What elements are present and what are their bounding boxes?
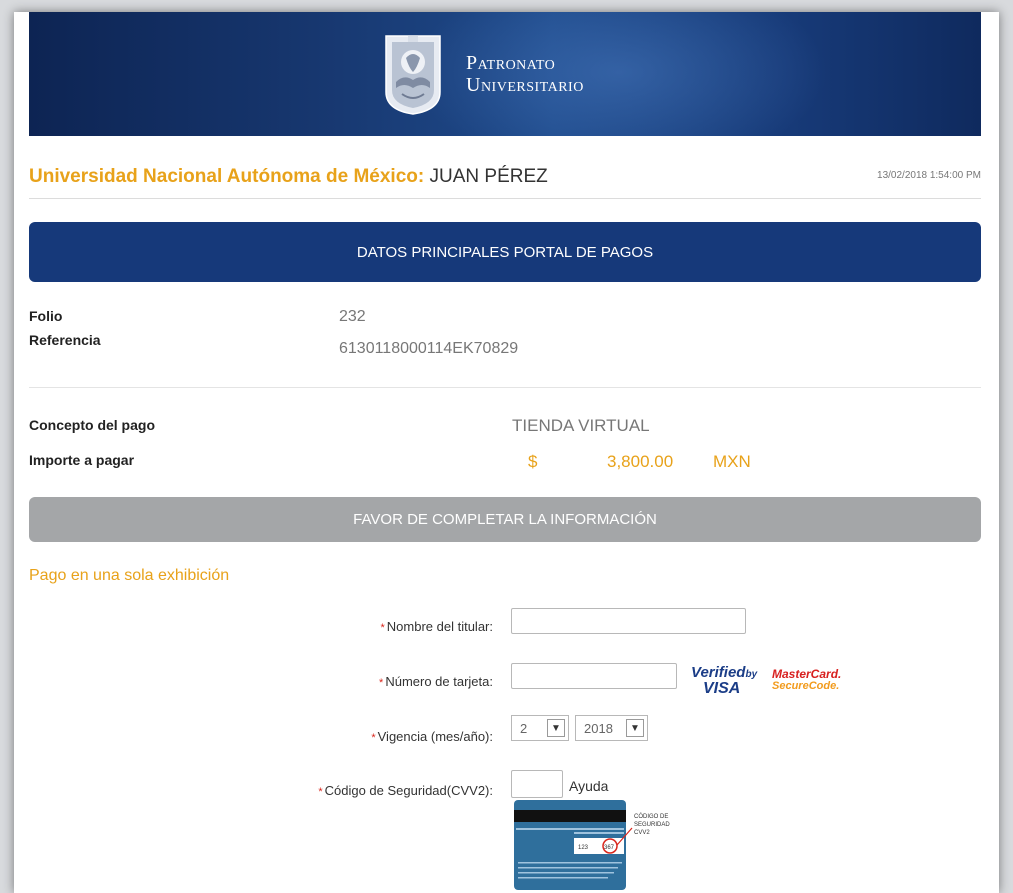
visa-by-text: by: [745, 669, 758, 680]
cvv-label-text: Código de Seguridad(CVV2):: [324, 783, 493, 798]
cvv-help-label-3: CVV2: [634, 830, 650, 836]
referencia-label: Referencia: [29, 332, 101, 348]
timestamp: 13/02/2018 1:54:00 PM: [877, 170, 981, 181]
page-header: Universidad Nacional Autónoma de México:…: [29, 162, 981, 199]
mastercard-securecode-logo: MasterCard. SecureCode.: [772, 668, 841, 692]
banner-title: Patronato Universitario: [466, 52, 584, 96]
main-data-header: DATOS PRINCIPALES PORTAL DE PAGOS: [29, 222, 981, 282]
year-select[interactable]: 2018 ▼: [575, 715, 648, 741]
user-name: JUAN PÉREZ: [429, 166, 548, 187]
university-title: Universidad Nacional Autónoma de México:…: [29, 166, 548, 188]
banner-title-line1: Patronato: [466, 52, 556, 74]
securecode-text: SecureCode.: [772, 680, 840, 692]
visa-verified-text: Verified: [691, 664, 746, 681]
currency-code: MXN: [713, 452, 751, 471]
importe-label: Importe a pagar: [29, 452, 135, 468]
mastercard-text: MasterCard.: [772, 667, 842, 681]
cvv-help-digits: 367: [604, 845, 615, 851]
folio-value: 232: [339, 308, 366, 325]
unam-seal-icon: [385, 35, 441, 115]
month-value: 2: [520, 720, 528, 736]
nombre-input[interactable]: [511, 608, 746, 634]
required-mark: *: [380, 622, 385, 634]
form-header: FAVOR DE COMPLETAR LA INFORMACIÓN: [29, 497, 981, 542]
vigencia-label-text: Vigencia (mes/año):: [377, 729, 493, 744]
tarjeta-label-text: Número de tarjeta:: [385, 674, 493, 689]
university-name: Universidad Nacional Autónoma de México:: [29, 166, 425, 187]
ayuda-link[interactable]: Ayuda: [569, 778, 608, 794]
verified-by-visa-logo: Verifiedby VISA: [691, 664, 758, 697]
chevron-down-icon: ▼: [547, 719, 565, 737]
month-select[interactable]: 2 ▼: [511, 715, 569, 741]
currency-symbol: $: [528, 452, 538, 471]
importe-value: 3,800.00: [607, 452, 674, 471]
svg-text:123: 123: [578, 845, 589, 851]
visa-text: VISA: [703, 680, 741, 697]
cvv-help-label-2: SEGURIDAD: [634, 822, 670, 828]
year-value: 2018: [584, 720, 613, 736]
nombre-label-text: Nombre del titular:: [386, 619, 493, 634]
required-mark: *: [371, 732, 376, 744]
required-mark: *: [379, 677, 384, 689]
cvv-label: * Código de Seguridad(CVV2):: [318, 783, 493, 798]
divider: [29, 387, 981, 388]
vigencia-label: * Vigencia (mes/año):: [371, 729, 493, 744]
tarjeta-label: * Número de tarjeta:: [379, 674, 493, 689]
nombre-label: * Nombre del titular:: [381, 619, 494, 634]
cvv-help-label-1: CÓDIGO DE: [634, 813, 668, 820]
cvv-help-card-icon: 123 367 CÓDIGO DE SEGURIDAD CVV2: [514, 800, 670, 890]
header-banner: Patronato Universitario: [29, 12, 981, 136]
payment-type-title: Pago en una sola exhibición: [29, 567, 230, 584]
chevron-down-icon: ▼: [626, 719, 644, 737]
concepto-value: TIENDA VIRTUAL: [512, 416, 650, 435]
payment-page: Patronato Universitario Universidad Naci…: [14, 12, 999, 893]
cvv-input[interactable]: [511, 770, 563, 798]
banner-title-line2: Universitario: [466, 74, 584, 96]
required-mark: *: [318, 786, 323, 798]
referencia-value: 6130118000114EK70829: [339, 340, 519, 357]
concepto-label: Concepto del pago: [29, 417, 155, 433]
folio-label: Folio: [29, 308, 63, 324]
tarjeta-input[interactable]: [511, 663, 677, 689]
